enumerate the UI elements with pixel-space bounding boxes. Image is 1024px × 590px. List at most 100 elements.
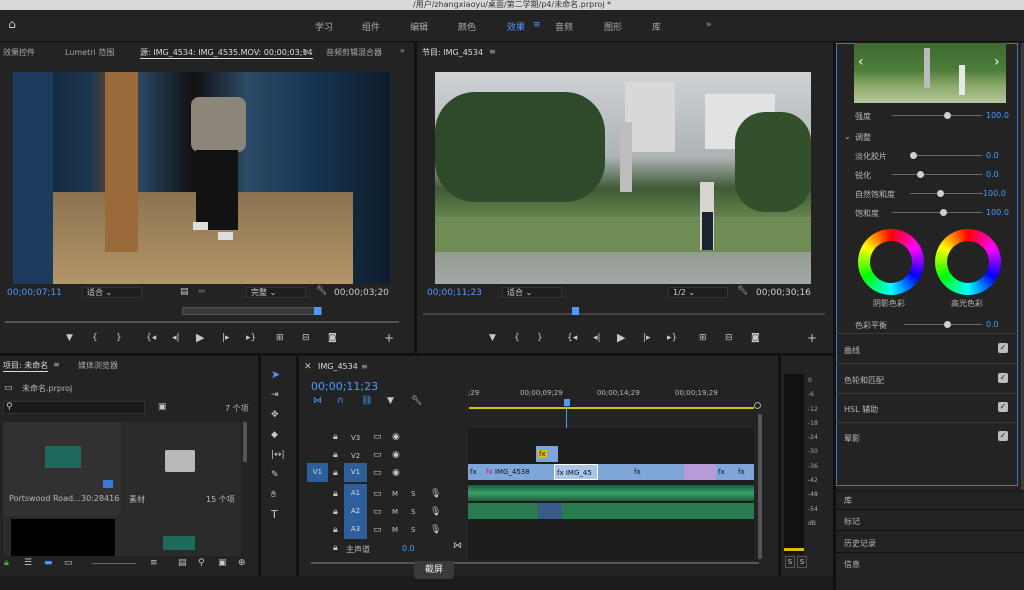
razor-tool-icon[interactable]: ◆	[271, 430, 278, 440]
hsl-section[interactable]: HSL 辅助	[844, 404, 878, 415]
lock-icon[interactable]: 🔒︎	[333, 468, 338, 478]
step-forward-icon[interactable]: |▸	[643, 333, 651, 343]
zoom-slider[interactable]	[92, 563, 136, 564]
home-icon[interactable]: ⌂	[6, 18, 18, 30]
slip-tool-icon[interactable]: |↔|	[271, 450, 285, 460]
source-patch-v1[interactable]: V1	[307, 463, 328, 482]
solo-left-button[interactable]: S	[785, 556, 795, 568]
wrench-icon[interactable]: 🔧︎	[737, 286, 748, 296]
intensity-slider[interactable]	[892, 115, 982, 116]
automate-icon[interactable]: ▤	[178, 558, 187, 568]
go-to-out-icon[interactable]: ▸}	[246, 333, 256, 343]
eye-icon[interactable]: ◉	[392, 468, 400, 478]
workspace-color[interactable]: 颜色	[458, 20, 476, 33]
solo-button[interactable]: S	[411, 489, 415, 499]
playhead-handle[interactable]	[564, 399, 570, 406]
add-marker-icon[interactable]: ▼	[489, 333, 496, 343]
faded-film-knob[interactable]	[910, 152, 917, 159]
overwrite-icon[interactable]: ⊟	[302, 333, 310, 343]
mute-button[interactable]: M	[392, 525, 398, 535]
more-tabs-icon[interactable]: »	[400, 46, 405, 55]
audio-clip-a1[interactable]	[468, 485, 754, 501]
clip-v1[interactable]: fx	[632, 464, 648, 480]
tab-source[interactable]: 源: IMG_4534: IMG_4535.MOV: 00;00;03;14	[140, 47, 313, 59]
project-item[interactable]: Portswood Road... 30:28416	[3, 422, 121, 516]
clip-v1[interactable]	[598, 464, 632, 480]
mute-button[interactable]: M	[392, 489, 398, 499]
workspace-libraries[interactable]: 库	[652, 20, 661, 33]
track-label-a3[interactable]: A3	[344, 520, 367, 539]
track-label-v1[interactable]: V1	[344, 463, 367, 482]
audio-clip-a2-selected[interactable]	[538, 503, 562, 519]
sync-lock-icon[interactable]: ▭	[373, 525, 382, 535]
step-back-icon[interactable]: ◂|	[172, 333, 180, 343]
vibrance-knob[interactable]	[937, 190, 944, 197]
tab-effect-controls[interactable]: 效果控件	[3, 47, 35, 58]
timeline-settings-icon[interactable]: 🔧︎	[411, 396, 422, 406]
mark-in-icon[interactable]: {	[92, 333, 98, 343]
pen-tool-icon[interactable]: ✎	[271, 470, 279, 480]
eye-icon[interactable]: ◉	[392, 432, 400, 442]
h-scroll-handle[interactable]	[754, 402, 761, 409]
track-select-tool-icon[interactable]: ⇥	[271, 390, 279, 400]
workspace-audio[interactable]: 音频	[555, 20, 573, 33]
program-tab-menu-icon[interactable]: ≡	[489, 47, 496, 56]
intensity-value[interactable]: 100.0	[986, 111, 1009, 120]
tint-balance-knob[interactable]	[944, 321, 951, 328]
source-fit-dropdown[interactable]: 适合 ⌄	[82, 287, 142, 298]
tab-program[interactable]: 节目: IMG_4534	[422, 47, 483, 58]
sharpen-slider[interactable]	[892, 174, 982, 175]
lock-icon[interactable]: 🔒︎	[333, 507, 338, 517]
sharpen-knob[interactable]	[917, 171, 924, 178]
clip-v1[interactable]: fx	[716, 464, 736, 480]
drag-video-icon[interactable]: ⇹	[198, 287, 206, 297]
lock-icon[interactable]: 🔒︎	[333, 450, 338, 460]
project-scrollbar[interactable]	[243, 422, 247, 462]
color-wheels-checkbox[interactable]: ✓	[998, 373, 1008, 383]
settings-icon[interactable]: ▤	[180, 287, 189, 297]
snap-icon[interactable]: ∩	[337, 396, 344, 406]
workspace-menu-icon[interactable]: ≡	[533, 20, 541, 30]
project-search-input[interactable]	[3, 401, 145, 414]
add-marker-icon[interactable]: ▼	[387, 396, 394, 406]
solo-button[interactable]: S	[411, 507, 415, 517]
close-tab-icon[interactable]: ✕	[304, 362, 312, 372]
tab-audio-clip-mixer[interactable]: 音频剪辑混合器	[326, 47, 382, 58]
microphone-icon[interactable]: 🎙︎	[430, 507, 441, 517]
timeline-scrollbar[interactable]	[758, 414, 762, 559]
source-playhead[interactable]	[314, 307, 321, 315]
vibrance-value[interactable]: -100.0	[980, 189, 1006, 198]
workspace-graphics[interactable]: 图形	[604, 20, 622, 33]
tab-lumetri-scopes[interactable]: Lumetri 范围	[65, 47, 114, 58]
go-to-in-icon[interactable]: {◂	[146, 333, 156, 343]
info-panel-tab[interactable]: 信息	[844, 559, 860, 570]
libraries-panel-tab[interactable]: 库	[844, 495, 852, 506]
microphone-icon[interactable]: 🎙︎	[430, 525, 441, 535]
solo-button[interactable]: S	[411, 525, 415, 535]
go-to-out-icon[interactable]: ▸}	[667, 333, 677, 343]
workspace-editing[interactable]: 编辑	[410, 20, 428, 33]
highlight-tint-wheel[interactable]	[935, 229, 1001, 295]
chevron-left-icon[interactable]: ‹	[858, 55, 864, 69]
play-icon[interactable]: ▶	[617, 332, 625, 343]
new-bin-icon[interactable]: ▣	[158, 402, 167, 412]
program-timecode[interactable]: 00;00;11;23	[427, 288, 482, 298]
vignette-section[interactable]: 晕影	[844, 433, 860, 444]
new-item-icon[interactable]: ⊕	[238, 558, 246, 568]
step-forward-icon[interactable]: |▸	[222, 333, 230, 343]
sync-lock-icon[interactable]: ▭	[373, 489, 382, 499]
track-label-v2[interactable]: V2	[351, 452, 360, 460]
mark-out-icon[interactable]: }	[537, 333, 543, 343]
sync-lock-icon[interactable]: ▭	[373, 450, 382, 460]
saturation-slider[interactable]	[892, 212, 982, 213]
audio-clip-a2[interactable]	[468, 503, 754, 519]
vignette-checkbox[interactable]: ✓	[998, 431, 1008, 441]
mark-in-icon[interactable]: {	[514, 333, 520, 343]
more-workspaces-icon[interactable]: »	[706, 20, 712, 30]
sync-lock-icon[interactable]: ▭	[373, 468, 382, 478]
play-icon[interactable]: ▶	[196, 332, 204, 343]
source-inout-range[interactable]	[182, 307, 322, 315]
clip-img-45[interactable]: fx IMG_45	[554, 464, 598, 480]
track-label-a2[interactable]: A2	[344, 502, 367, 521]
track-label-v3[interactable]: V3	[351, 434, 360, 442]
